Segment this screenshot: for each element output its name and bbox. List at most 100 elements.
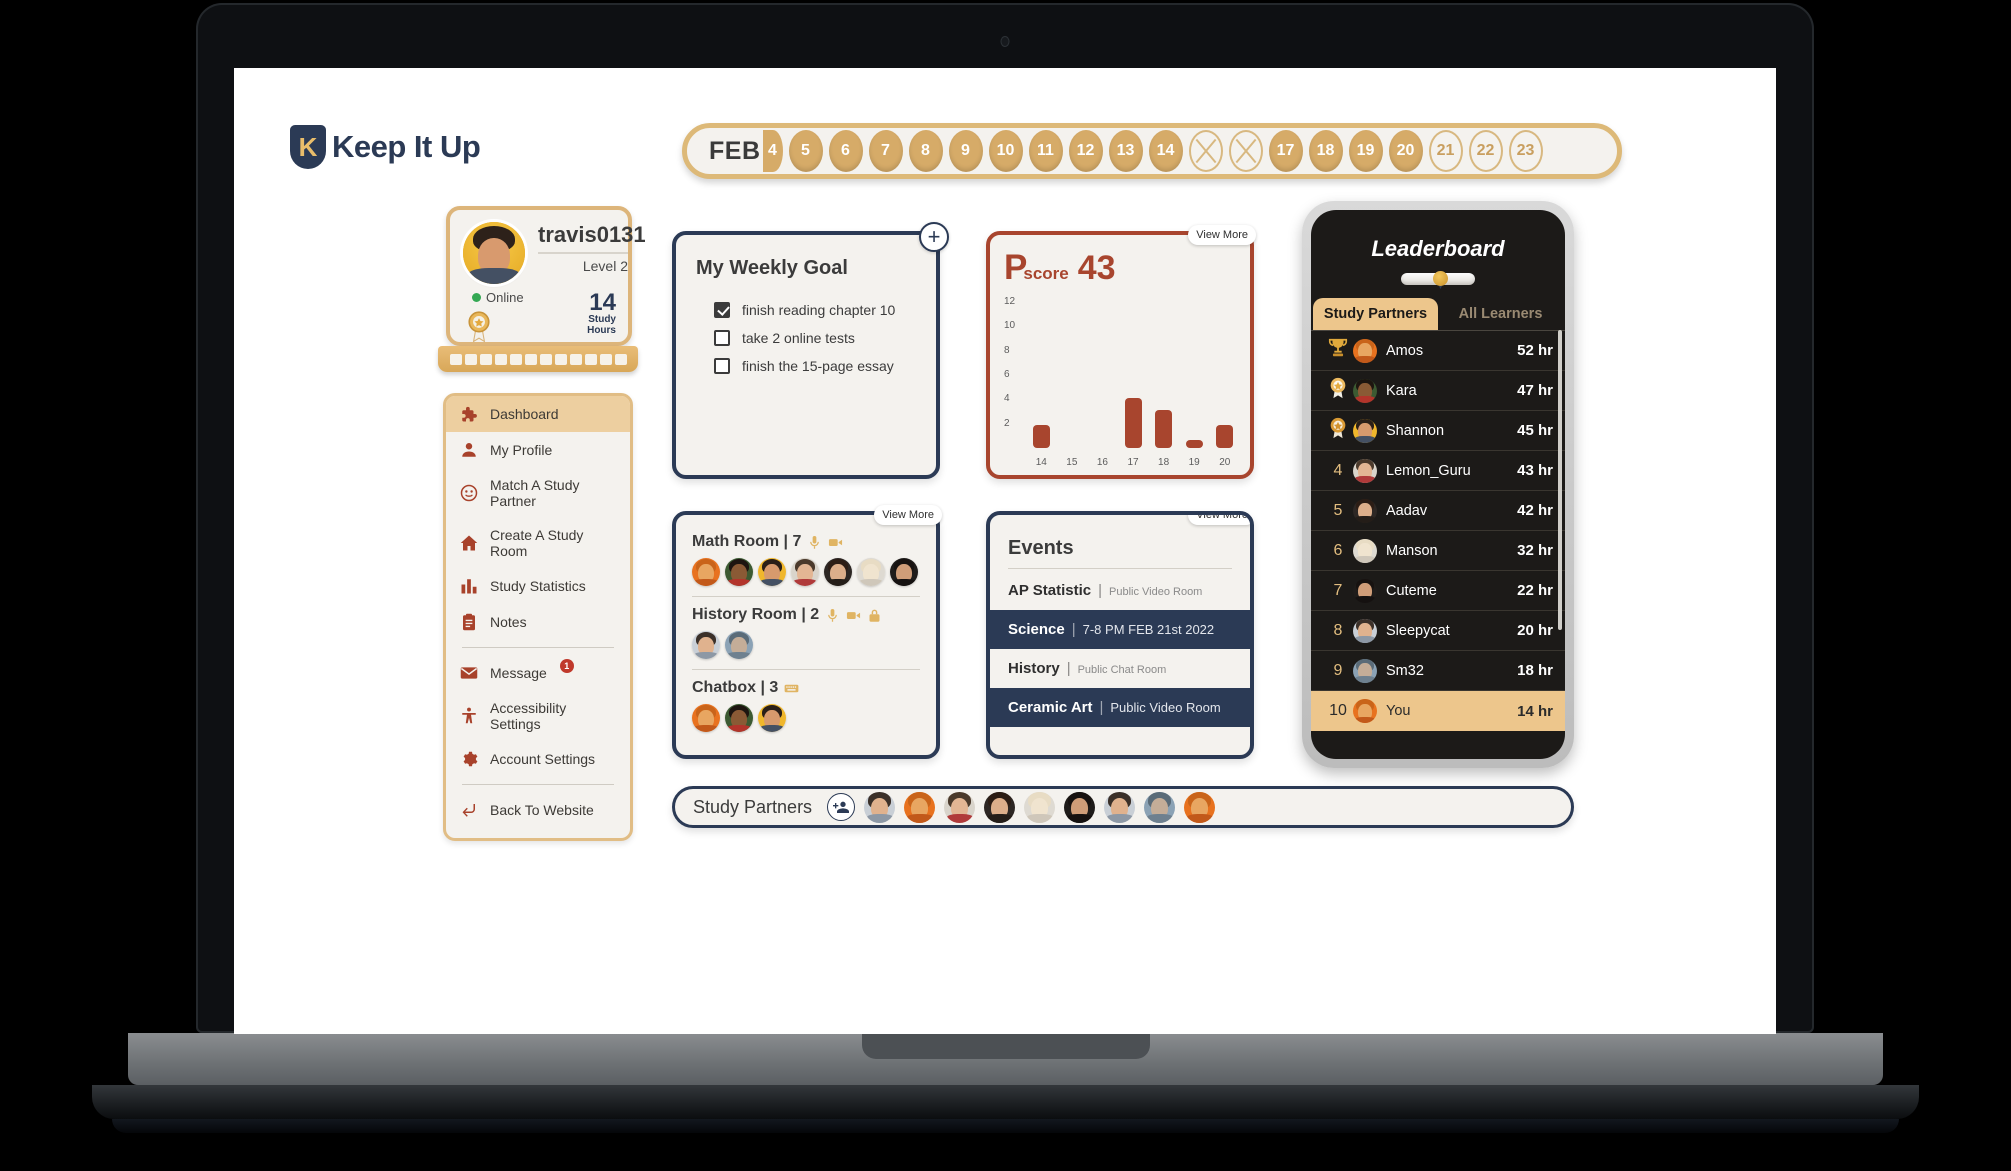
leaderboard-scrollbar[interactable] [1558,330,1562,630]
sidebar-item-match-a-study-partner[interactable]: Match A Study Partner [446,468,630,518]
study-partner-avatar[interactable] [864,791,896,823]
profile-card[interactable]: travis0131 Level 2 Online 14 Study Hours [446,206,646,346]
day-chip-11[interactable]: 11 [1028,130,1063,172]
day-chip-15[interactable] [1189,130,1223,172]
leaderboard-avatar[interactable] [1353,658,1377,683]
member-avatar[interactable] [692,558,720,586]
room-member-avatars[interactable] [692,704,920,732]
member-avatar[interactable] [824,558,852,586]
study-partner-avatar[interactable] [1144,791,1176,823]
room-member-avatars[interactable] [692,558,920,586]
member-avatar[interactable] [758,704,786,732]
leaderboard-avatar[interactable] [1353,498,1377,523]
day-chip-7[interactable]: 7 [868,130,903,172]
day-chip-6[interactable]: 6 [828,130,863,172]
avatar[interactable] [463,222,525,284]
leaderboard-row[interactable]: 8 Sleepycat 20 hr [1311,611,1565,651]
room-title[interactable]: Chatbox | 3 [692,679,920,697]
add-person-icon[interactable] [827,793,856,821]
member-avatar[interactable] [890,558,918,586]
sidebar-item-back-to-website[interactable]: Back To Website [446,792,630,828]
weekly-goal-task-list[interactable]: finish reading chapter 10 take 2 online t… [696,296,916,380]
day-chip-18[interactable]: 18 [1308,130,1343,172]
day-chip-21[interactable]: 21 [1429,130,1463,172]
leaderboard-avatar[interactable] [1353,618,1377,643]
task-checkbox[interactable] [714,358,730,374]
study-partner-avatar[interactable] [1104,791,1136,823]
leaderboard-avatar[interactable] [1353,538,1377,563]
leaderboard-row[interactable]: Amos 52 hr [1311,331,1565,371]
sidebar-item-account-settings[interactable]: Account Settings [446,741,630,777]
study-partner-avatar[interactable] [1064,791,1096,823]
sidebar-item-my-profile[interactable]: My Profile [446,432,630,468]
sidebar-item-study-statistics[interactable]: Study Statistics [446,568,630,604]
study-partner-avatar[interactable] [944,791,976,823]
goal-task[interactable]: take 2 online tests [696,324,916,352]
day-chip-20[interactable]: 20 [1388,130,1423,172]
study-partner-avatar[interactable] [984,791,1016,823]
study-partner-avatars[interactable] [864,791,1216,823]
leaderboard-row[interactable]: 6 Manson 32 hr [1311,531,1565,571]
leaderboard-row[interactable]: Shannon 45 hr [1311,411,1565,451]
leaderboard-tab-study-partners[interactable]: Study Partners [1313,298,1438,330]
event-row[interactable]: History | Public Chat Room [990,649,1250,688]
task-checkbox[interactable] [714,302,730,318]
sidebar-nav[interactable]: Dashboard My Profile Match A Study Partner… [443,393,633,841]
leaderboard-list[interactable]: Amos 52 hr Kara 47 hr Shannon 45 hr 4 Lemon_Gur… [1311,330,1565,731]
leaderboard-tab-all-learners[interactable]: All Learners [1438,298,1563,330]
event-row[interactable]: Ceramic Art | Public Video Room [990,688,1250,727]
day-chip-17[interactable]: 17 [1268,130,1303,172]
member-avatar[interactable] [791,558,819,586]
room-title[interactable]: Math Room | 7 [692,533,920,551]
member-avatar[interactable] [857,558,885,586]
study-partner-avatar[interactable] [1024,791,1056,823]
rooms-list[interactable]: Math Room | 7 History Room | 2 Chatbox | 3 [692,533,920,732]
leaderboard-row[interactable]: 7 Cuteme 22 hr [1311,571,1565,611]
leaderboard-avatar[interactable] [1353,458,1377,483]
task-checkbox[interactable] [714,330,730,346]
add-goal-button[interactable]: + [919,222,949,252]
rooms-view-more-button[interactable]: View More [874,505,942,525]
pscore-view-more-button[interactable]: View More [1188,225,1256,245]
leaderboard-row[interactable]: Kara 47 hr [1311,371,1565,411]
sidebar-item-dashboard[interactable]: Dashboard [446,396,630,432]
leaderboard-avatar[interactable] [1353,418,1377,443]
day-chip-13[interactable]: 13 [1108,130,1143,172]
leaderboard-avatar[interactable] [1353,378,1377,403]
day-chip-14[interactable]: 14 [1148,130,1183,172]
event-row[interactable]: Science | 7-8 PM FEB 21st 2022 [990,610,1250,649]
leaderboard-avatar[interactable] [1353,578,1377,603]
day-list[interactable]: 4 5 6 7 8 9 10 11 12 13 14 17 18 19 20 21 22 23 [762,130,1543,172]
study-partner-avatar[interactable] [904,791,936,823]
events-list[interactable]: AP Statistic | Public Video Room Science | 7-… [990,571,1250,727]
study-partner-avatar[interactable] [1184,791,1216,823]
leaderboard-tabs[interactable]: Study Partners All Learners [1311,298,1565,330]
leaderboard-row[interactable]: 9 Sm32 18 hr [1311,651,1565,691]
sidebar-item-create-a-study-room[interactable]: Create A Study Room [446,518,630,568]
leaderboard-avatar[interactable] [1353,338,1377,363]
member-avatar[interactable] [725,631,753,659]
date-strip[interactable]: FEB 4 5 6 7 8 9 10 11 12 13 14 17 18 19 20 21 22 23 [682,123,1622,179]
sidebar-item-accessibility-settings[interactable]: Accessibility Settings [446,691,630,741]
study-partners-bar[interactable]: Study Partners [672,786,1574,828]
day-chip-23[interactable]: 23 [1509,130,1543,172]
day-chip-4[interactable]: 4 [762,130,783,172]
room-member-avatars[interactable] [692,631,920,659]
member-avatar[interactable] [725,558,753,586]
day-chip-22[interactable]: 22 [1469,130,1503,172]
app-logo[interactable]: K Keep It Up [290,125,481,169]
day-chip-16[interactable] [1229,130,1263,172]
goal-task[interactable]: finish reading chapter 10 [696,296,916,324]
day-chip-19[interactable]: 19 [1348,130,1383,172]
member-avatar[interactable] [692,631,720,659]
room-title[interactable]: History Room | 2 [692,606,920,624]
day-chip-8[interactable]: 8 [908,130,943,172]
member-avatar[interactable] [758,558,786,586]
events-view-more-button[interactable]: View More [1188,515,1250,525]
day-chip-10[interactable]: 10 [988,130,1023,172]
leaderboard-row[interactable]: 5 Aadav 42 hr [1311,491,1565,531]
sidebar-item-notes[interactable]: Notes [446,604,630,640]
day-chip-12[interactable]: 12 [1068,130,1103,172]
day-chip-9[interactable]: 9 [948,130,983,172]
event-row[interactable]: AP Statistic | Public Video Room [990,571,1250,610]
